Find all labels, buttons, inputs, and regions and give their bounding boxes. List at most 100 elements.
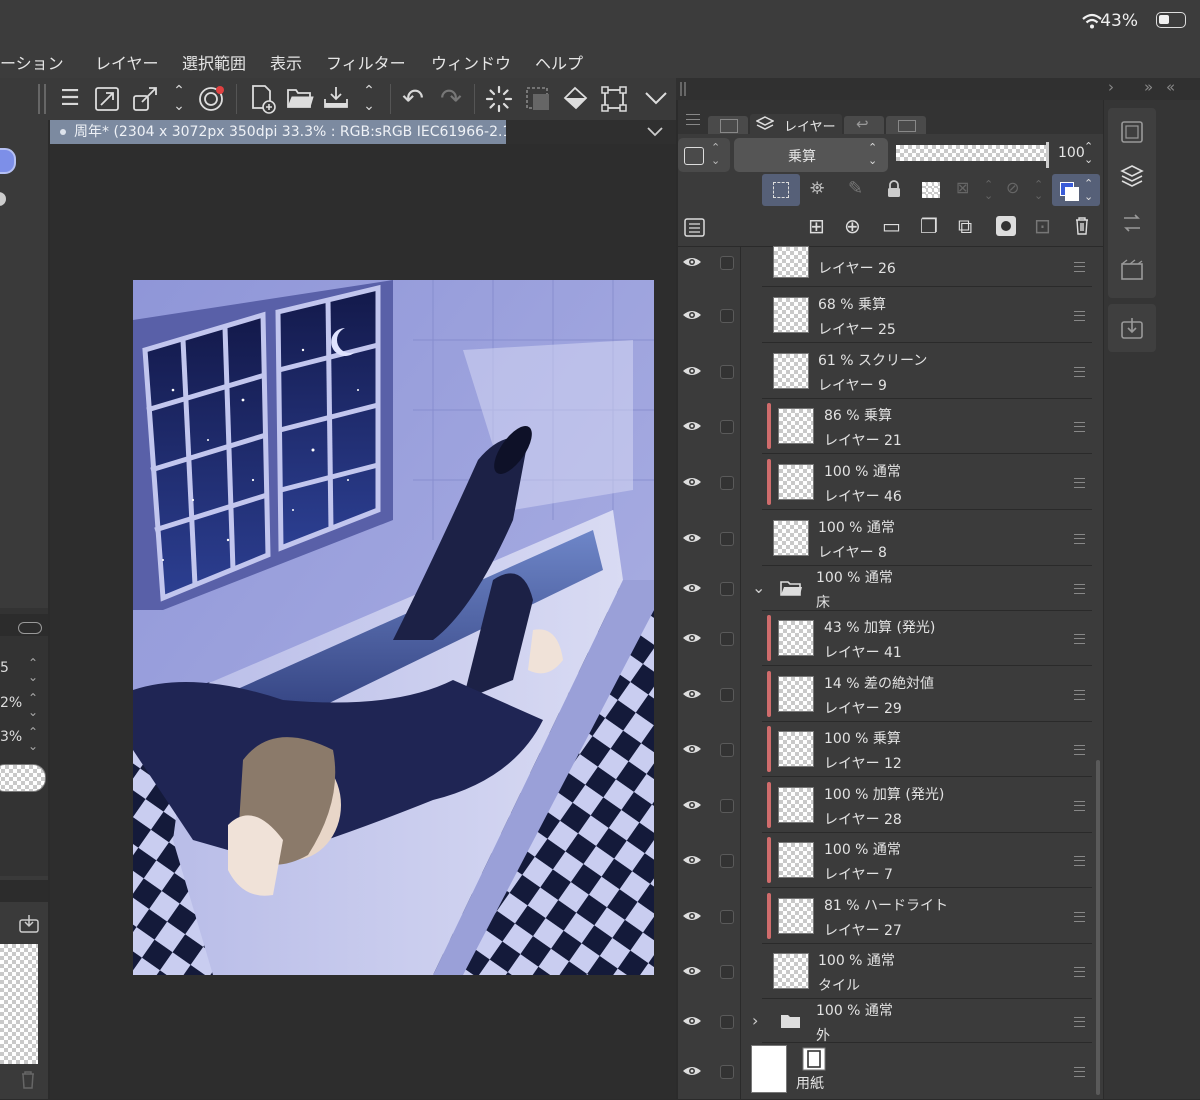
- save-icon[interactable]: [322, 85, 350, 111]
- lock-icon[interactable]: [886, 180, 902, 198]
- stepper-icon[interactable]: ⌃ ⌄: [28, 725, 38, 753]
- menu-animation[interactable]: ーション: [0, 50, 64, 74]
- visibility-eye-icon[interactable]: [682, 308, 702, 322]
- property-value-2[interactable]: 2%: [0, 695, 22, 711]
- stepper-icon[interactable]: ⌃ ⌄: [28, 691, 38, 719]
- layer-color-toggle[interactable]: ⌃ ⌄: [678, 138, 730, 172]
- opacity-value[interactable]: 100: [1058, 145, 1085, 161]
- edit-target-checkbox[interactable]: [720, 687, 734, 702]
- opacity-slider[interactable]: [896, 145, 1048, 161]
- color-circle[interactable]: [0, 148, 16, 174]
- edit-target-checkbox[interactable]: [720, 308, 734, 323]
- copy-layer-icon[interactable]: ❐: [920, 214, 938, 238]
- selection-icon[interactable]: [524, 85, 552, 113]
- menu-window[interactable]: ウィンドウ: [431, 50, 511, 74]
- trash-icon[interactable]: [20, 1070, 36, 1090]
- lock-transparency-icon[interactable]: [922, 182, 940, 198]
- chevron-right-icon[interactable]: ›: [1108, 78, 1114, 96]
- drag-handle-icon[interactable]: [1074, 911, 1085, 922]
- property-value-1[interactable]: 5: [0, 660, 9, 676]
- new-vector-layer-icon[interactable]: ⊕: [844, 214, 861, 238]
- fill-icon[interactable]: [562, 85, 590, 113]
- sub-color-circle[interactable]: [0, 192, 6, 206]
- visibility-eye-icon[interactable]: [682, 742, 702, 756]
- delete-layer-icon[interactable]: [1074, 216, 1090, 236]
- loading-icon[interactable]: [485, 85, 513, 113]
- visibility-eye-icon[interactable]: [682, 631, 702, 645]
- edit-target-checkbox[interactable]: [720, 853, 734, 868]
- chevron-updown-icon[interactable]: ⌃ ⌄: [164, 84, 194, 114]
- brush-preview[interactable]: [0, 764, 46, 792]
- drag-handle-icon[interactable]: [1074, 262, 1085, 272]
- layers-icon[interactable]: [1120, 164, 1144, 188]
- edit-target-checkbox[interactable]: [720, 909, 734, 924]
- chevron-down-icon[interactable]: ⌄: [752, 578, 765, 597]
- drag-handle-icon[interactable]: [1074, 533, 1085, 544]
- redo-icon[interactable]: ↷: [436, 84, 466, 114]
- artwork-canvas[interactable]: [133, 280, 654, 975]
- visibility-eye-icon[interactable]: [682, 475, 702, 489]
- new-folder-icon[interactable]: ▭: [882, 214, 901, 238]
- menu-selection[interactable]: 選択範囲: [182, 50, 246, 74]
- visibility-eye-icon[interactable]: [682, 419, 702, 433]
- visibility-eye-icon[interactable]: [682, 581, 702, 595]
- download-icon[interactable]: [1120, 316, 1144, 340]
- link-icon[interactable]: [18, 622, 42, 634]
- reference-layer-icon[interactable]: ⛯: [810, 178, 824, 199]
- layer-menu-icon[interactable]: [684, 218, 706, 238]
- open-folder-icon[interactable]: [286, 86, 314, 110]
- chevron-updown-icon[interactable]: ⌃ ⌄: [354, 84, 384, 114]
- chevron-right-icon[interactable]: ›: [752, 1011, 758, 1030]
- layer-color-button[interactable]: ⌃ ⌄: [1052, 174, 1100, 206]
- visibility-eye-icon[interactable]: [682, 364, 702, 378]
- visibility-eye-icon[interactable]: [682, 964, 702, 978]
- edit-target-checkbox[interactable]: [720, 581, 734, 596]
- opacity-slider-knob[interactable]: [1046, 142, 1049, 168]
- stepper-icon[interactable]: ⌃ ⌄: [1084, 140, 1093, 166]
- edit-target-checkbox[interactable]: [720, 798, 734, 813]
- merge-down-icon[interactable]: ⧉: [958, 214, 972, 238]
- layer-scrollbar[interactable]: [1096, 760, 1100, 1095]
- canvas-resize-icon[interactable]: [94, 86, 120, 112]
- visibility-eye-icon[interactable]: [682, 798, 702, 812]
- tab-history[interactable]: ↩: [844, 115, 884, 134]
- drag-handle-icon[interactable]: [1074, 583, 1085, 594]
- import-icon[interactable]: [18, 914, 40, 934]
- menu-filter[interactable]: フィルター: [326, 50, 406, 74]
- draft-layer-icon[interactable]: ✎: [848, 178, 863, 199]
- edit-target-checkbox[interactable]: [720, 364, 734, 379]
- new-raster-layer-icon[interactable]: ⊞: [808, 214, 825, 238]
- property-value-3[interactable]: 3%: [0, 729, 22, 745]
- expand-icon[interactable]: »: [1144, 78, 1153, 96]
- drag-handle-icon[interactable]: [1074, 800, 1085, 811]
- record-icon[interactable]: [198, 85, 226, 113]
- edit-target-checkbox[interactable]: [720, 531, 734, 546]
- drag-handle-icon[interactable]: [1074, 421, 1085, 432]
- edit-target-checkbox[interactable]: [720, 419, 734, 434]
- visibility-eye-icon[interactable]: [682, 255, 702, 269]
- menu-layer[interactable]: レイヤー: [95, 50, 159, 74]
- drag-handle-icon[interactable]: [1074, 966, 1085, 977]
- stepper-icon[interactable]: ⌃ ⌄: [28, 656, 38, 684]
- drag-handle-icon[interactable]: [1074, 744, 1085, 755]
- undo-icon[interactable]: ↶: [398, 84, 428, 114]
- edit-target-checkbox[interactable]: [720, 964, 734, 979]
- drag-handle-icon[interactable]: [1074, 1067, 1085, 1077]
- drag-handle-icon[interactable]: [1074, 477, 1085, 488]
- drag-handle-icon[interactable]: [1074, 689, 1085, 700]
- tab-navigator[interactable]: [708, 116, 748, 134]
- chevron-down-icon[interactable]: [646, 126, 664, 138]
- animation-icon[interactable]: [1120, 258, 1144, 282]
- drag-handle-icon[interactable]: [1074, 1016, 1085, 1027]
- visibility-eye-icon[interactable]: [682, 687, 702, 701]
- menu-help[interactable]: ヘルプ: [535, 50, 583, 74]
- tab-layer[interactable]: レイヤー: [750, 114, 842, 135]
- edit-target-checkbox[interactable]: [720, 475, 734, 490]
- ruler-icon[interactable]: ⊘ ⌃ ⌄: [1006, 178, 1050, 204]
- chevron-down-icon[interactable]: [644, 90, 668, 106]
- navigator-icon[interactable]: [1120, 120, 1144, 144]
- edit-target-checkbox[interactable]: [720, 256, 734, 270]
- drag-handle-icon[interactable]: [1074, 366, 1085, 377]
- blend-mode-select[interactable]: 乗算 ⌃ ⌄: [734, 138, 888, 172]
- document-tab[interactable]: 周年* (2304 x 3072px 350dpi 33.3% : RGB:sR…: [50, 120, 506, 144]
